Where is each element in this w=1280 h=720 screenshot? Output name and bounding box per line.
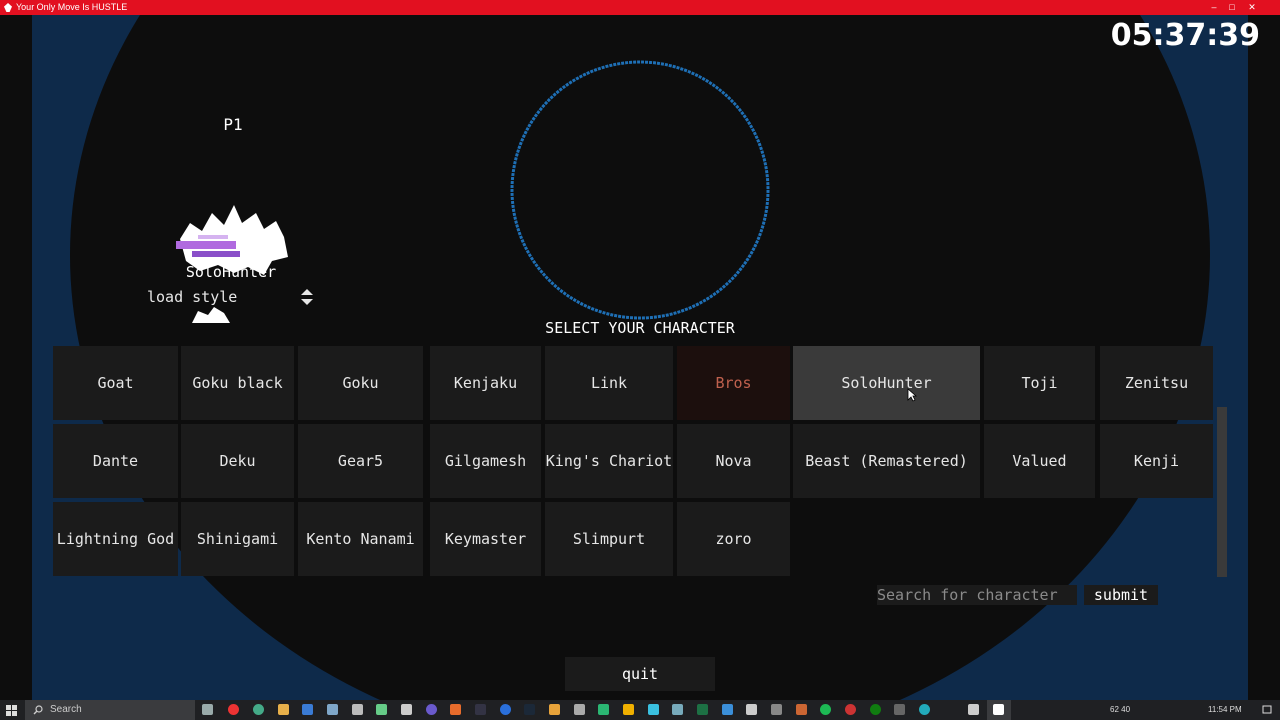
steam-icon[interactable]: [524, 704, 535, 715]
app-icon-5[interactable]: [426, 704, 437, 715]
character-button-bros[interactable]: Bros: [677, 346, 790, 420]
app-icon-4[interactable]: [401, 704, 412, 715]
app-icon-7[interactable]: [475, 704, 486, 715]
app-icon-19[interactable]: [845, 704, 856, 715]
selected-character-name: SoloHunter: [185, 263, 277, 281]
character-preview-circle: [510, 60, 770, 320]
windows-start-icon[interactable]: [6, 705, 17, 716]
file-explorer-icon[interactable]: [278, 704, 289, 715]
notification-icon[interactable]: [1262, 705, 1272, 715]
app-icon-13[interactable]: [648, 704, 659, 715]
taskbar-search-box[interactable]: Search: [25, 700, 195, 720]
character-button-kenjaku[interactable]: Kenjaku: [430, 346, 541, 420]
app-icon-1[interactable]: [327, 704, 338, 715]
style-select-label: load style: [147, 288, 238, 306]
excel-icon[interactable]: [697, 704, 708, 715]
character-button-slimpurt[interactable]: Slimpurt: [545, 502, 673, 576]
character-button-kings-chariot[interactable]: King's Chariot: [545, 424, 673, 498]
taskbar-search-label: Search: [50, 704, 82, 715]
character-grid: Goat Goku black Goku Kenjaku Link Bros S…: [53, 346, 1215, 578]
app-icon-3[interactable]: [376, 704, 387, 715]
app-icon-12[interactable]: [623, 704, 634, 715]
up-down-chevron-icon[interactable]: [300, 288, 314, 306]
os-taskbar: Search 62 40 11:54 PM: [0, 700, 1280, 720]
app-icon-15[interactable]: [722, 704, 733, 715]
xbox-icon[interactable]: [870, 704, 881, 715]
maximize-icon[interactable]: □: [1226, 0, 1238, 15]
character-button-solohunter[interactable]: SoloHunter: [793, 346, 980, 420]
character-button-nova[interactable]: Nova: [677, 424, 790, 498]
character-button-lightning-god[interactable]: Lightning God: [53, 502, 178, 576]
app-icon-18[interactable]: [796, 704, 807, 715]
opera-icon[interactable]: [228, 704, 239, 715]
grid-scrollbar[interactable]: [1217, 407, 1227, 577]
search-icon: [33, 705, 43, 715]
select-character-heading: SELECT YOUR CHARACTER: [545, 319, 735, 337]
minimize-icon[interactable]: –: [1208, 0, 1220, 15]
character-button-beast-remastered[interactable]: Beast (Remastered): [793, 424, 980, 498]
close-icon[interactable]: ✕: [1246, 0, 1258, 15]
submit-button[interactable]: submit: [1084, 585, 1158, 605]
character-button-zoro[interactable]: zoro: [677, 502, 790, 576]
character-button-dante[interactable]: Dante: [53, 424, 178, 498]
window-title-bar[interactable]: Your Only Move Is HUSTLE – □ ✕: [0, 0, 1280, 15]
app-icon-14[interactable]: [672, 704, 683, 715]
character-button-gilgamesh[interactable]: Gilgamesh: [430, 424, 541, 498]
character-button-goat[interactable]: Goat: [53, 346, 178, 420]
app-icon-11[interactable]: [598, 704, 609, 715]
character-button-gear5[interactable]: Gear5: [298, 424, 423, 498]
character-button-goku-black[interactable]: Goku black: [181, 346, 294, 420]
character-button-zenitsu[interactable]: Zenitsu: [1100, 346, 1213, 420]
app-icon-22[interactable]: [968, 704, 979, 715]
spotify-icon[interactable]: [820, 704, 831, 715]
task-view-icon[interactable]: [202, 704, 213, 715]
app-icon-2[interactable]: [352, 704, 363, 715]
app-icon: [4, 3, 12, 12]
character-sprite-feet-icon: [192, 307, 230, 323]
app-icon-10[interactable]: [574, 704, 585, 715]
character-button-valued[interactable]: Valued: [984, 424, 1095, 498]
taskbar-clock[interactable]: 11:54 PM: [1208, 700, 1242, 720]
game-area: 05:37:39 P1 SoloHunter load style SELECT…: [0, 15, 1280, 700]
mouse-cursor-icon: [907, 388, 917, 402]
app-icon-6[interactable]: [450, 704, 461, 715]
app-icon-9[interactable]: [549, 704, 560, 715]
system-tray[interactable]: 62 40: [1110, 700, 1130, 720]
player-label: P1: [223, 115, 243, 134]
character-button-deku[interactable]: Deku: [181, 424, 294, 498]
stream-timer: 05:37:39: [1110, 18, 1260, 53]
app-icon-17[interactable]: [771, 704, 782, 715]
character-button-kenji[interactable]: Kenji: [1100, 424, 1213, 498]
character-button-kento-nanami[interactable]: Kento Nanami: [298, 502, 423, 576]
character-button-shinigami[interactable]: Shinigami: [181, 502, 294, 576]
app-icon-21[interactable]: [919, 704, 930, 715]
app-icon-20[interactable]: [894, 704, 905, 715]
app-icon-8[interactable]: [500, 704, 511, 715]
store-icon[interactable]: [302, 704, 313, 715]
quit-button[interactable]: quit: [565, 657, 715, 691]
game-taskbar-icon[interactable]: [993, 704, 1004, 715]
style-select[interactable]: load style: [146, 287, 316, 307]
app-icon-16[interactable]: [746, 704, 757, 715]
character-button-goku[interactable]: Goku: [298, 346, 423, 420]
character-search-input[interactable]: [877, 585, 1077, 605]
character-button-toji[interactable]: Toji: [984, 346, 1095, 420]
window-title: Your Only Move Is HUSTLE: [16, 2, 128, 12]
chrome-icon[interactable]: [253, 704, 264, 715]
character-button-link[interactable]: Link: [545, 346, 673, 420]
character-button-keymaster[interactable]: Keymaster: [430, 502, 541, 576]
